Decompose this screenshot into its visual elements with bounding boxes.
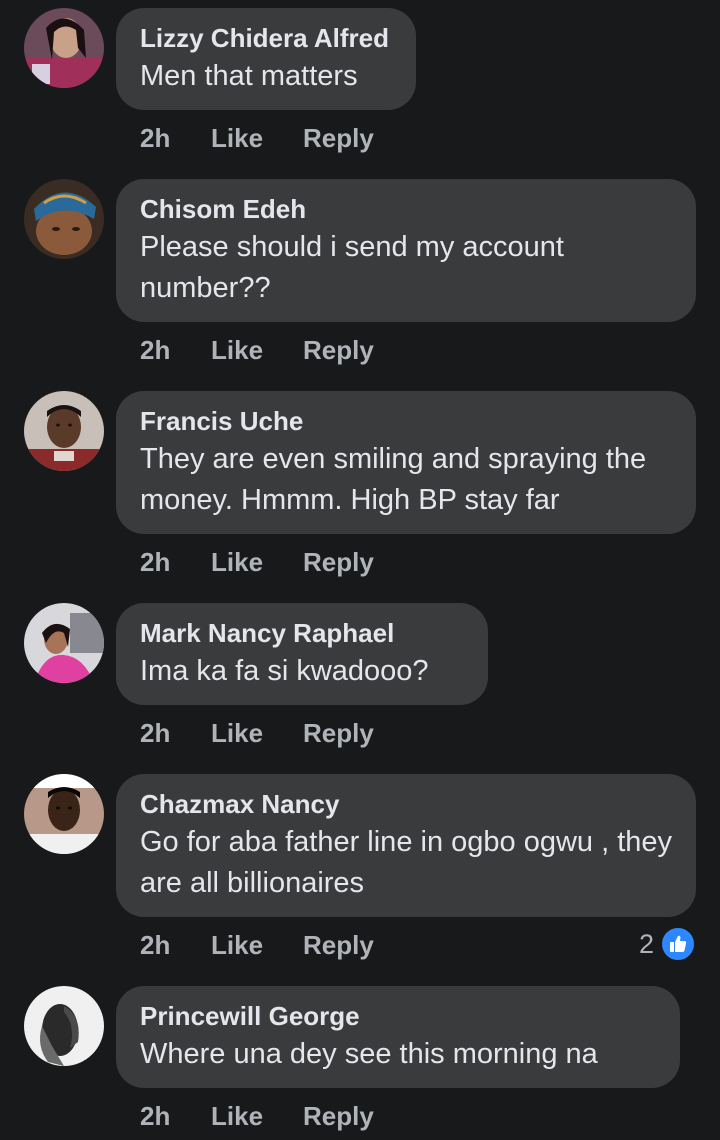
comment-bubble: Lizzy Chidera Alfred Men that matters	[116, 8, 416, 110]
like-button[interactable]: Like	[211, 1096, 263, 1136]
reply-button[interactable]: Reply	[303, 330, 374, 370]
profile-photo-icon	[24, 603, 104, 683]
like-button[interactable]: Like	[211, 330, 263, 370]
like-button[interactable]: Like	[211, 118, 263, 158]
avatar[interactable]	[24, 603, 104, 683]
comment-text: Where una dey see this morning na	[140, 1038, 598, 1070]
profile-photo-icon	[24, 179, 104, 259]
comment-author[interactable]: Lizzy Chidera Alfred	[140, 22, 392, 54]
like-button[interactable]: Like	[211, 925, 263, 965]
comment-bubble: Mark Nancy Raphael Ima ka fa si kwadooo?	[116, 603, 488, 705]
comment-text: They are even smiling and spraying the m…	[140, 443, 647, 516]
comment-author[interactable]: Princewill George	[140, 1000, 656, 1032]
comment-bubble: Francis Uche They are even smiling and s…	[116, 391, 696, 534]
comment-timestamp[interactable]: 2h	[140, 713, 170, 753]
comment-timestamp[interactable]: 2h	[140, 925, 170, 965]
reaction-count: 2	[638, 928, 654, 959]
avatar[interactable]	[24, 391, 104, 471]
comment-bubble: Princewill George Where una dey see this…	[116, 986, 680, 1088]
reply-button[interactable]: Reply	[303, 713, 374, 753]
comment-text: Ima ka fa si kwadooo?	[140, 655, 429, 687]
like-thumb-icon	[660, 926, 696, 962]
comment-timestamp[interactable]: 2h	[140, 542, 170, 582]
like-button[interactable]: Like	[211, 542, 263, 582]
reply-button[interactable]: Reply	[303, 118, 374, 158]
reply-button[interactable]: Reply	[303, 925, 374, 965]
comment-author[interactable]: Francis Uche	[140, 405, 672, 437]
comment-timestamp[interactable]: 2h	[140, 118, 170, 158]
avatar[interactable]	[24, 774, 104, 854]
comment-bubble: Chazmax Nancy Go for aba father line in …	[116, 774, 696, 917]
profile-photo-icon	[24, 8, 104, 88]
comment-text: Go for aba father line in ogbo ogwu , th…	[140, 826, 673, 899]
avatar[interactable]	[24, 179, 104, 259]
avatar[interactable]	[24, 8, 104, 88]
profile-photo-icon	[24, 986, 104, 1066]
comment-author[interactable]: Chisom Edeh	[140, 193, 672, 225]
reply-button[interactable]: Reply	[303, 542, 374, 582]
comment-author[interactable]: Mark Nancy Raphael	[140, 617, 464, 649]
comment-timestamp[interactable]: 2h	[140, 330, 170, 370]
like-button[interactable]: Like	[211, 713, 263, 753]
comment-text: Please should i send my account number??	[140, 231, 564, 304]
comment-author[interactable]: Chazmax Nancy	[140, 788, 672, 820]
reactions-summary[interactable]: 2	[639, 924, 696, 964]
comment-text: Men that matters	[140, 60, 358, 92]
comment-timestamp[interactable]: 2h	[140, 1096, 170, 1136]
avatar[interactable]	[24, 986, 104, 1066]
profile-photo-icon	[24, 391, 104, 471]
comment-bubble: Chisom Edeh Please should i send my acco…	[116, 179, 696, 322]
reply-button[interactable]: Reply	[303, 1096, 374, 1136]
profile-photo-icon	[24, 774, 104, 854]
